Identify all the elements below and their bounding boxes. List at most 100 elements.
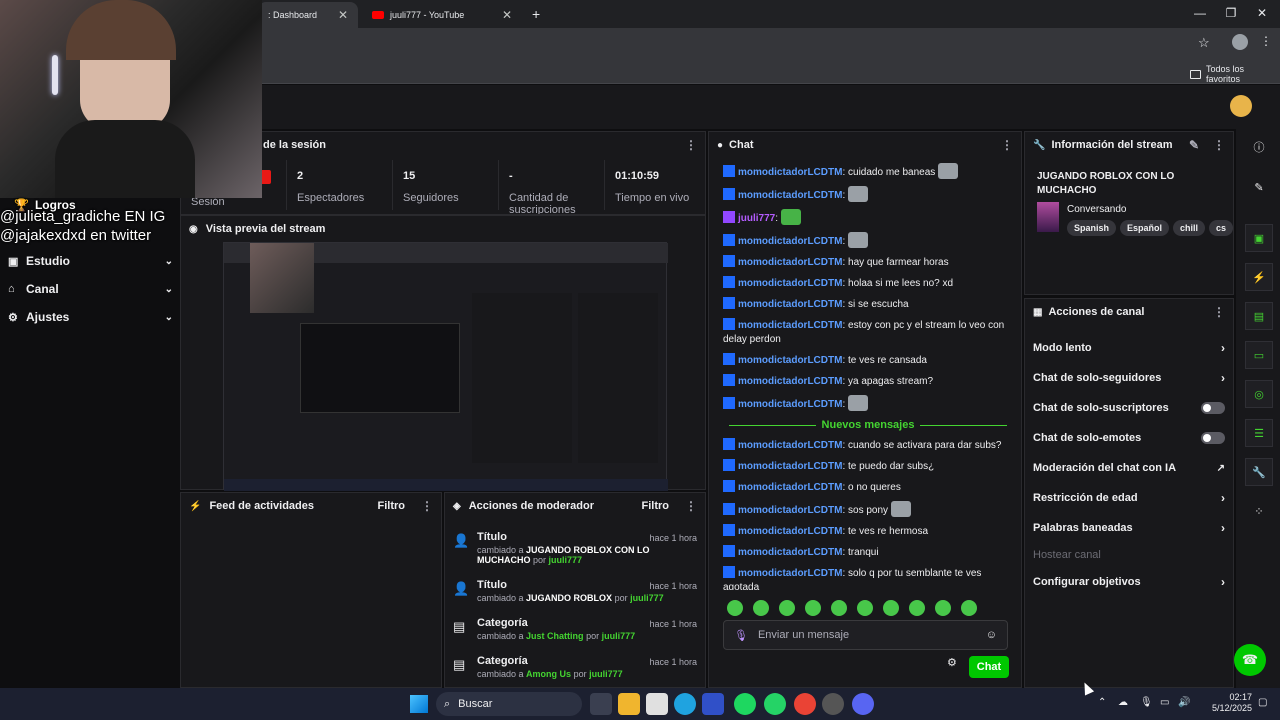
chat-username[interactable]: momodictadorLCDTM [738,547,842,558]
chat-username[interactable]: momodictadorLCDTM [738,320,842,331]
emote-bar[interactable] [727,600,987,619]
tag[interactable]: chill [1173,220,1206,236]
layout-icon[interactable]: ☰ [1245,419,1273,447]
action-goals[interactable]: Configurar objetivos › [1025,567,1233,597]
support-icon[interactable]: ☎ [1234,644,1266,676]
display-icon[interactable]: ▭ [1160,697,1169,708]
app-icon[interactable] [822,693,844,715]
emote-icon[interactable] [857,600,873,616]
edit-icon[interactable]: ✎ [1189,138,1199,152]
sidebar-item-estudio[interactable]: ▣ Estudio ⌄ [8,250,173,272]
sidebar-item-ajustes[interactable]: ⚙ Ajustes ⌄ [8,306,173,328]
emote-icon[interactable] [727,600,743,616]
chat-username[interactable]: momodictadorLCDTM [738,399,842,410]
chat-username[interactable]: momodictadorLCDTM [738,568,842,579]
emote-icon[interactable] [883,600,899,616]
menu-icon[interactable]: ⋮ [1260,34,1272,48]
tag[interactable]: Spanish [1067,220,1117,236]
minimize-icon[interactable]: — [1190,6,1210,20]
discord-icon[interactable] [852,693,874,715]
more-icon[interactable]: ⋮ [685,138,697,152]
tag[interactable]: cs [1209,220,1234,236]
close-window-icon[interactable]: ✕ [1252,6,1272,20]
chat-send-button[interactable]: Chat [969,656,1009,678]
chat-username[interactable]: momodictadorLCDTM [738,257,842,268]
more-icon[interactable]: ⋮ [1213,305,1225,319]
notes-icon[interactable]: ▤ [1245,302,1273,330]
store-icon[interactable] [646,693,668,715]
chrome-icon[interactable] [794,693,816,715]
network-icon[interactable]: ☁ [1118,697,1128,708]
restore-icon[interactable]: ❐ [1221,6,1241,20]
close-icon[interactable]: ✕ [502,8,512,22]
more-icon[interactable]: ⋮ [421,499,433,513]
bolt-icon[interactable]: ⚡ [1245,263,1273,291]
chat-username[interactable]: momodictadorLCDTM [738,299,842,310]
filter-button[interactable]: Filtro [378,500,406,512]
action-banned-words[interactable]: Palabras baneadas › [1025,513,1233,543]
star-icon[interactable]: ☆ [1198,35,1210,51]
user-avatar[interactable] [1230,95,1252,117]
more-icon[interactable]: ⋮ [685,499,697,513]
task-view-icon[interactable] [590,693,612,715]
filter-button[interactable]: Filtro [642,500,670,512]
chat-username[interactable]: juuli777 [738,213,775,224]
new-tab-icon[interactable]: + [532,6,540,22]
profile-avatar[interactable] [1232,34,1248,50]
chat-username[interactable]: momodictadorLCDTM [738,482,842,493]
emote-icon[interactable] [805,600,821,616]
action-slow-mode[interactable]: Modo lento › [1025,333,1233,363]
whatsapp-icon[interactable] [764,693,786,715]
chat-username[interactable]: momodictadorLCDTM [738,355,842,366]
chat-username[interactable]: momodictadorLCDTM [738,461,842,472]
emote-icon[interactable] [909,600,925,616]
chat-username[interactable]: momodictadorLCDTM [738,167,842,178]
chat-icon[interactable]: ▭ [1245,341,1273,369]
info-icon[interactable]: ⓘ [1245,133,1273,161]
clip-icon[interactable]: ▣ [1245,224,1273,252]
chat-username[interactable]: momodictadorLCDTM [738,505,842,516]
emote-icon[interactable] [831,600,847,616]
mic-icon[interactable]: 🎙 [1140,697,1153,708]
action-age-restriction[interactable]: Restricción de edad › [1025,483,1233,513]
sidebar-item-canal[interactable]: ⌂ Canal ⌄ [8,278,173,300]
chat-username[interactable]: momodictadorLCDTM [738,376,842,387]
volume-icon[interactable]: 🔊 [1178,697,1190,708]
action-emote-only[interactable]: Chat de solo-emotes [1025,423,1233,453]
notification-icon[interactable]: ▢ [1258,697,1267,708]
tab-youtube[interactable]: juuli777 - YouTube ✕ [362,2,522,28]
action-subs-only[interactable]: Chat de solo-suscriptores [1025,393,1233,423]
apps-icon[interactable]: ⁘ [1245,497,1273,525]
emote-icon[interactable] [935,600,951,616]
tag[interactable]: Español [1120,220,1170,236]
clock[interactable]: 02:17 5/12/2025 [1212,692,1252,714]
app-icon[interactable] [702,693,724,715]
gear-icon[interactable]: ⚙ [947,656,957,669]
emote-only-toggle[interactable] [1201,432,1225,444]
chevron-up-icon[interactable]: ⌃ [1098,697,1106,708]
edit-icon[interactable]: ✎ [1245,173,1273,201]
emote-icon[interactable] [961,600,977,616]
more-icon[interactable]: ⋮ [1001,138,1013,152]
stream-preview-video[interactable] [223,242,668,491]
emote-icon[interactable] [779,600,795,616]
windows-start-icon[interactable] [410,695,428,713]
more-icon[interactable]: ⋮ [1213,138,1225,152]
close-icon[interactable]: ✕ [338,8,348,22]
tab-dashboard[interactable]: : Dashboard ✕ [258,2,358,28]
edge-icon[interactable] [674,693,696,715]
subs-only-toggle[interactable] [1201,402,1225,414]
all-bookmarks[interactable]: Todos los favoritos [1190,64,1280,84]
file-explorer-icon[interactable] [618,693,640,715]
chat-username[interactable]: momodictadorLCDTM [738,278,842,289]
chat-username[interactable]: momodictadorLCDTM [738,236,842,247]
wrench-icon[interactable]: 🔧 [1245,458,1273,486]
emoji-icon[interactable]: ☺ [986,629,997,641]
broadcast-icon[interactable]: ◎ [1245,380,1273,408]
chat-username[interactable]: momodictadorLCDTM [738,190,842,201]
chat-username[interactable]: momodictadorLCDTM [738,526,842,537]
chat-input[interactable]: 🎙 Enviar un mensaje ☺ [723,620,1008,650]
action-followers-only[interactable]: Chat de solo-seguidores › [1025,363,1233,393]
chat-username[interactable]: momodictadorLCDTM [738,440,842,451]
taskbar-search[interactable]: ⌕ Buscar [436,692,582,716]
